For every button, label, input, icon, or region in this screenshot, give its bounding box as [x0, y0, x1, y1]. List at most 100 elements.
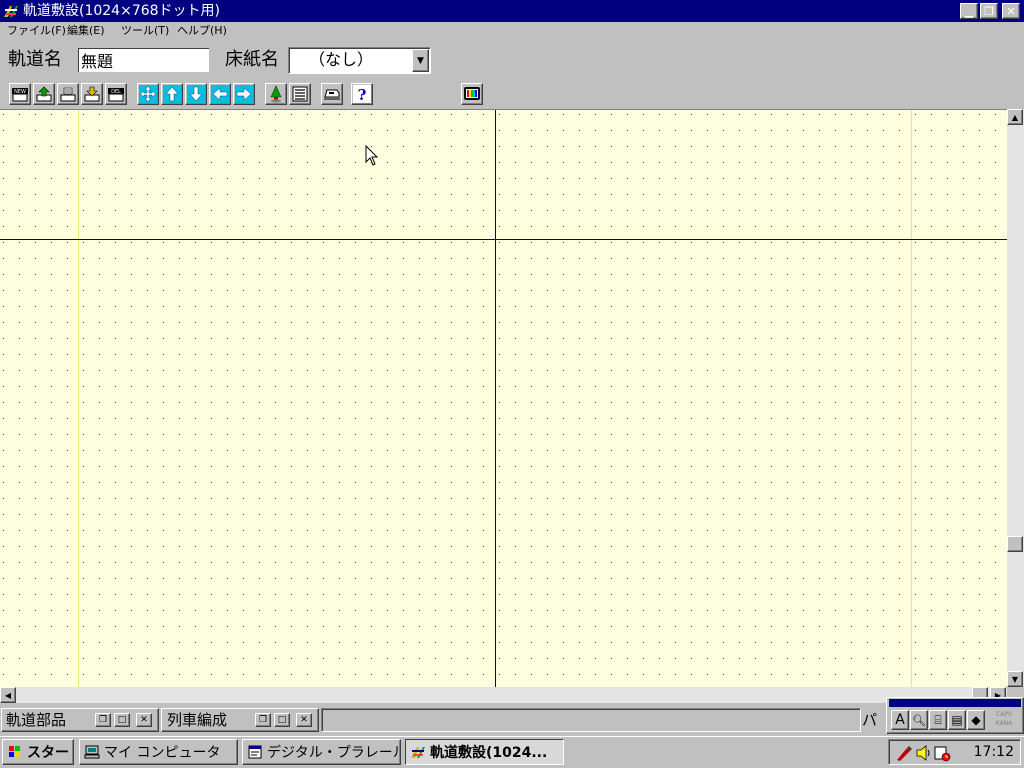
- dock-empty-area: [321, 708, 861, 732]
- save-icon: [60, 87, 76, 102]
- ime-mode-label: パ: [862, 711, 878, 729]
- close-icon: ✕: [1006, 4, 1016, 18]
- track-parts-close-button[interactable]: ✕: [136, 713, 152, 727]
- help-icon: ?: [353, 85, 371, 103]
- ime-pad-button[interactable]: ▤: [948, 710, 966, 730]
- scenery-tree-button[interactable]: [265, 83, 287, 105]
- menu-file[interactable]: ファイル(F): [7, 24, 66, 38]
- restore-icon: ❐: [984, 4, 994, 18]
- magnifier-icon: 🔍︎: [912, 713, 926, 727]
- ime-tool-button[interactable]: ◆: [967, 710, 985, 730]
- train-formation-label: 列車編成: [167, 711, 228, 729]
- windows-logo-icon: [9, 746, 20, 757]
- scroll-up-button[interactable]: ▲: [1007, 109, 1023, 125]
- train-formation-maximize-button[interactable]: □: [274, 713, 290, 727]
- menu-help[interactable]: ヘルプ(H): [177, 24, 227, 38]
- window-title: 軌道敷設(1024×768ドット用): [23, 3, 221, 19]
- track-parts-maximize-button[interactable]: □: [114, 713, 130, 727]
- tree-icon: [270, 85, 282, 103]
- ime-lock-status: CAPS KANA: [987, 710, 1021, 730]
- task-label: マイ コンピュータ: [104, 745, 221, 761]
- ime-search-button[interactable]: 🔍︎: [910, 710, 928, 730]
- open-icon: [36, 86, 52, 102]
- track-name-label: 軌道名: [8, 49, 62, 70]
- move-right-button[interactable]: [233, 83, 255, 105]
- maximize-icon: □: [117, 714, 127, 725]
- task-label: デジタル・プラレール: [267, 745, 401, 761]
- speaker-icon[interactable]: [915, 744, 933, 762]
- minimize-button[interactable]: ▁: [960, 3, 978, 19]
- move-up-button[interactable]: [161, 83, 183, 105]
- start-button[interactable]: スタート: [2, 739, 74, 765]
- canvas-grid: [0, 110, 1007, 687]
- arrow-up-icon: [163, 85, 181, 103]
- open-button[interactable]: [33, 83, 55, 105]
- minimize-icon: ▁: [964, 4, 974, 18]
- vertical-scrollbar[interactable]: ▲ ▼: [1007, 109, 1024, 687]
- train-button[interactable]: [321, 83, 343, 105]
- new-icon: NEW: [12, 88, 28, 102]
- new-button[interactable]: NEW: [9, 83, 31, 105]
- train-formation-close-button[interactable]: ✕: [296, 713, 312, 727]
- scheduler-icon[interactable]: [933, 744, 951, 762]
- menu-bar: ファイル(F) 編集(E) ツール(T) ヘルプ(H): [0, 22, 1024, 40]
- horizontal-scrollbar[interactable]: ◀ ▶: [0, 687, 1007, 703]
- svg-text:DEL: DEL: [111, 89, 121, 95]
- save-as-button[interactable]: [81, 83, 103, 105]
- ime-toolbar-caption[interactable]: [889, 699, 1021, 707]
- arrow-down-icon: [187, 85, 205, 103]
- building-button[interactable]: [289, 83, 311, 105]
- restore-button[interactable]: ❐: [980, 3, 998, 19]
- scroll-down-button[interactable]: ▼: [1007, 671, 1023, 687]
- layout-canvas[interactable]: [0, 109, 1007, 687]
- scroll-left-button[interactable]: ◀: [0, 687, 16, 703]
- help-button[interactable]: ?: [351, 83, 373, 105]
- move-left-button[interactable]: [209, 83, 231, 105]
- scroll-down-icon: ▼: [1011, 674, 1019, 684]
- start-label: スタート: [27, 745, 73, 761]
- diamond-icon: ◆: [971, 713, 981, 727]
- move-down-button[interactable]: [185, 83, 207, 105]
- floor-name-label: 床紙名: [225, 49, 279, 70]
- pad-icon: ▤: [951, 713, 963, 727]
- computer-icon: [84, 745, 100, 759]
- track-parts-restore-button[interactable]: ❐: [95, 713, 111, 727]
- restore-icon: ❐: [258, 714, 268, 725]
- task-digital-plarail[interactable]: デジタル・プラレール: [242, 739, 401, 765]
- delete-icon: DEL: [108, 88, 124, 102]
- floor-select[interactable]: （なし） ▼: [288, 47, 431, 74]
- ime-dictionary-button[interactable]: ⌸: [929, 710, 947, 730]
- close-button[interactable]: ✕: [1002, 3, 1020, 19]
- delete-button[interactable]: DEL: [105, 83, 127, 105]
- clock[interactable]: 17:12: [974, 744, 1014, 760]
- move-all-button[interactable]: [137, 83, 159, 105]
- display-button[interactable]: [461, 83, 483, 105]
- vertical-scroll-thumb[interactable]: [1007, 536, 1023, 552]
- arrow-right-icon: [235, 85, 253, 103]
- maximize-icon: □: [277, 714, 287, 725]
- kana-indicator: KANA: [995, 720, 1013, 727]
- train-icon: [324, 89, 340, 100]
- floor-select-value: （なし）: [309, 50, 374, 69]
- scroll-left-icon: ◀: [4, 690, 12, 700]
- ime-toolbar[interactable]: A 🔍︎ ⌸ ▤ ◆ CAPS KANA: [886, 697, 1024, 734]
- chevron-down-icon[interactable]: ▼: [412, 49, 429, 72]
- save-as-icon: [84, 86, 100, 102]
- ime-input-mode-button[interactable]: A: [891, 710, 909, 730]
- menu-tools[interactable]: ツール(T): [121, 24, 169, 38]
- task-my-computer[interactable]: マイ コンピュータ: [79, 739, 238, 765]
- system-tray: 17:12: [888, 739, 1021, 765]
- track-app-icon[interactable]: [3, 3, 19, 19]
- restore-icon: ❐: [98, 714, 108, 725]
- task-label: 軌道敷設(1024...: [430, 745, 548, 761]
- pen-icon[interactable]: [895, 744, 913, 762]
- folder-window-icon: [248, 745, 262, 759]
- train-formation-restore-button[interactable]: ❐: [255, 713, 271, 727]
- title-bar[interactable]: 軌道敷設(1024×768ドット用) ▁ ❐ ✕: [0, 0, 1024, 22]
- arrow-left-icon: [211, 85, 229, 103]
- menu-edit[interactable]: 編集(E): [67, 24, 105, 38]
- track-app-icon: [411, 747, 425, 758]
- track-name-input[interactable]: [78, 48, 209, 72]
- task-track-app[interactable]: 軌道敷設(1024...: [405, 739, 564, 765]
- save-button[interactable]: [57, 83, 79, 105]
